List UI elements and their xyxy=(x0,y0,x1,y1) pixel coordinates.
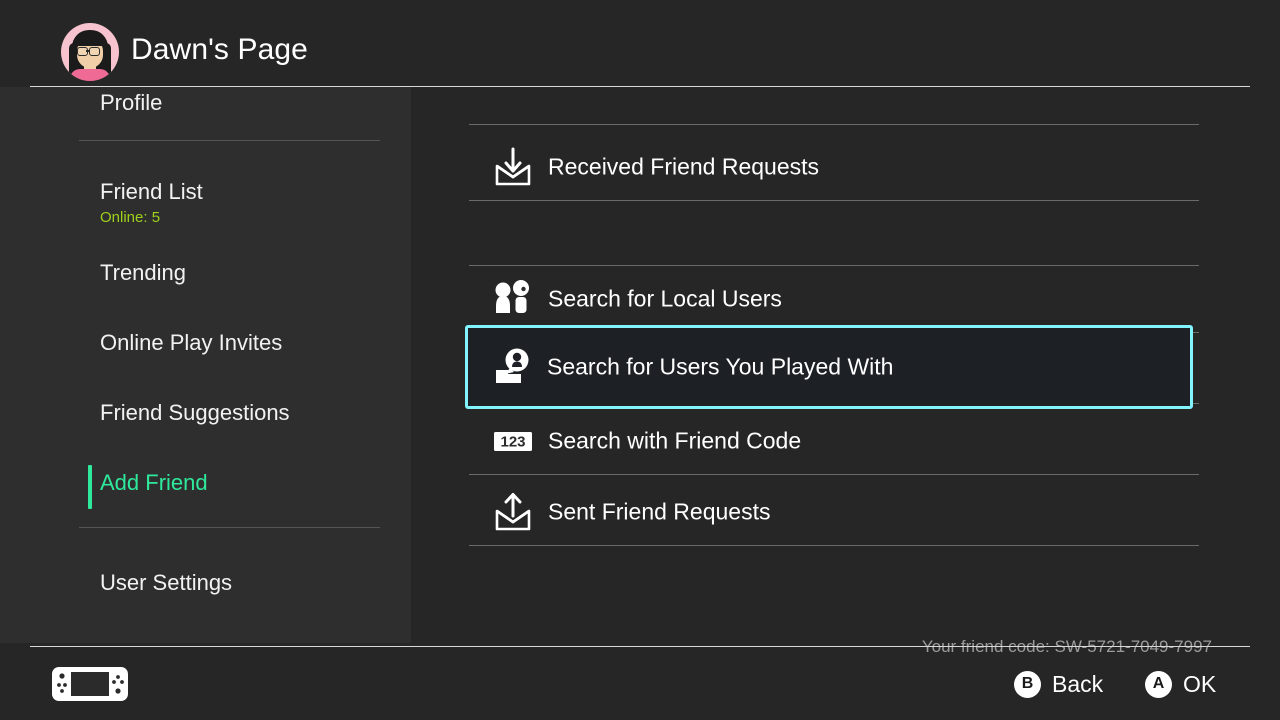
sidebar-item-label: Online Play Invites xyxy=(100,330,283,355)
page-header: Dawn's Page xyxy=(0,0,1280,87)
sidebar-item-label: Friend List xyxy=(100,179,203,204)
avatar-glasses-right xyxy=(89,47,100,56)
avatar-shirt xyxy=(70,69,110,81)
row-divider xyxy=(469,124,1199,125)
avatar xyxy=(61,23,119,81)
switch-friend-page: Dawn's Page Profile Friend List Online: 5 T… xyxy=(0,0,1280,720)
sidebar-item-trending[interactable]: Trending xyxy=(0,253,411,299)
inbox-envelope-icon xyxy=(495,147,531,186)
sidebar-item-online-play-invites[interactable]: Online Play Invites xyxy=(0,323,411,369)
row-divider xyxy=(469,545,1199,546)
sidebar-item-friend-suggestions[interactable]: Friend Suggestions xyxy=(0,393,411,439)
menu-row-label: Received Friend Requests xyxy=(548,153,820,180)
avatar-bangs xyxy=(74,31,106,46)
main-content: Received Friend Requests Search for Local… xyxy=(460,87,1220,656)
sidebar-item-label: Friend Suggestions xyxy=(100,400,290,425)
svg-text:123: 123 xyxy=(500,434,525,451)
menu-row-search-for-users-you-played-with[interactable]: Search for Users You Played With xyxy=(465,325,1193,409)
back-button-hint[interactable]: B Back xyxy=(1014,668,1103,700)
a-button-icon: A xyxy=(1145,670,1172,698)
row-divider xyxy=(469,474,1199,475)
sidebar-item-user-settings[interactable]: User Settings xyxy=(0,563,411,609)
friend-code-text: Your friend code: SW-5721-7049-7997 xyxy=(921,637,1212,656)
footer-divider xyxy=(30,646,1250,647)
avatar-glasses-bridge xyxy=(86,50,90,52)
row-divider xyxy=(469,200,1199,201)
back-label: Back xyxy=(1052,670,1104,697)
ok-label: OK xyxy=(1183,670,1217,697)
menu-row-received-friend-requests[interactable]: Received Friend Requests xyxy=(469,134,1199,200)
switch-console-icon xyxy=(52,667,128,701)
menu-row-sent-friend-requests[interactable]: Sent Friend Requests xyxy=(469,479,1199,545)
numeric-123-icon: 123 xyxy=(494,432,532,451)
b-button-icon: B xyxy=(1014,670,1041,698)
menu-row-label: Sent Friend Requests xyxy=(548,498,771,525)
sidebar-item-profile[interactable]: Profile xyxy=(0,87,411,129)
menu-row-label: Search for Users You Played With xyxy=(547,353,894,380)
sidebar-divider xyxy=(79,140,380,141)
menu-row-label: Search for Local Users xyxy=(548,285,782,312)
sidebar-item-label: Add Friend xyxy=(100,470,208,495)
played-with-icon xyxy=(496,348,529,383)
sidebar-item-label: User Settings xyxy=(100,570,233,595)
page-title: Dawn's Page xyxy=(131,33,308,66)
sidebar-item-friend-list[interactable]: Friend List Online: 5 xyxy=(0,172,411,226)
sidebar-divider xyxy=(79,527,380,528)
menu-row-label: Search with Friend Code xyxy=(548,427,802,454)
sidebar-item-label: Profile xyxy=(100,90,163,115)
sidebar-item-online-count: Online: 5 xyxy=(100,209,161,226)
outbox-envelope-icon xyxy=(495,493,531,531)
sidebar[interactable]: Profile Friend List Online: 5 Trending Onlin… xyxy=(0,87,411,643)
active-indicator-bar xyxy=(88,465,92,509)
sidebar-item-label: Trending xyxy=(100,260,187,285)
menu-row-search-with-friend-code[interactable]: 123 Search with Friend Code xyxy=(469,408,1199,474)
two-users-icon xyxy=(495,280,529,313)
menu-row-search-for-local-users[interactable]: Search for Local Users xyxy=(469,266,1199,332)
ok-button-hint[interactable]: A OK xyxy=(1145,668,1216,700)
sidebar-item-add-friend[interactable]: Add Friend xyxy=(0,463,411,509)
